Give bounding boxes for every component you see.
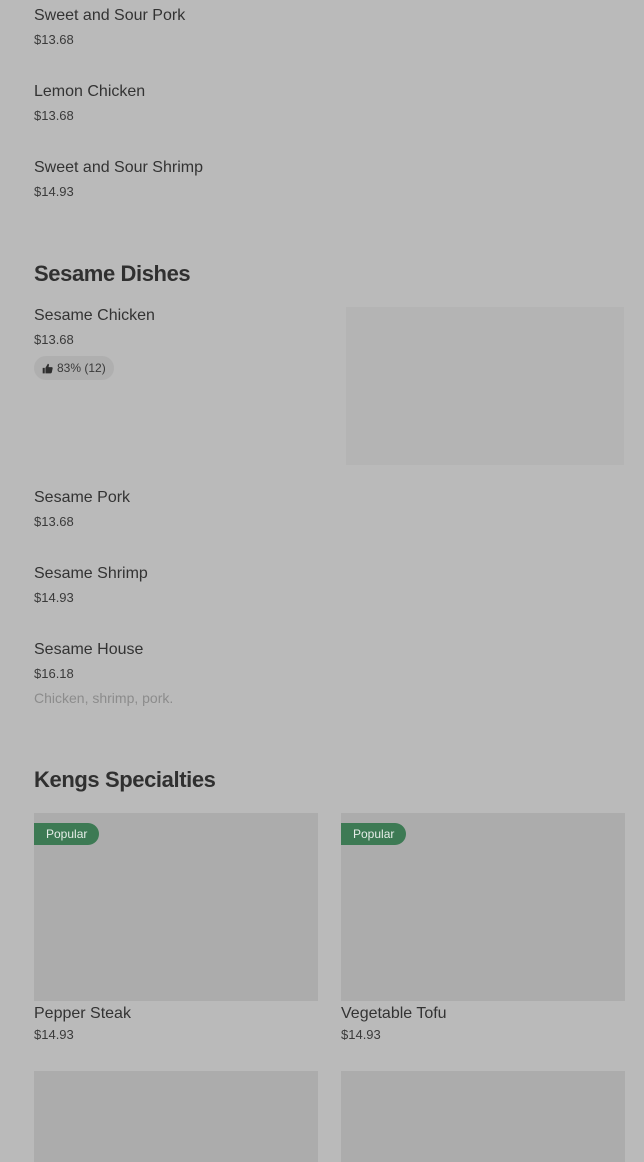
menu-item-sweet-and-sour-pork[interactable]: Sweet and Sour Pork $13.68 — [34, 6, 185, 49]
menu-item-sesame-house[interactable]: Sesame House $16.18 Chicken, shrimp, por… — [34, 640, 173, 707]
menu-item-sesame-shrimp[interactable]: Sesame Shrimp $14.93 — [34, 564, 148, 607]
menu-item-name: Sweet and Sour Pork — [34, 7, 186, 24]
card-image — [34, 1071, 318, 1162]
rating-text: 83% (12) — [57, 361, 106, 375]
popular-badge: Popular — [341, 823, 407, 845]
menu-card-partial-right[interactable] — [341, 1071, 625, 1162]
menu-item-sesame-chicken[interactable]: Sesame Chicken $13.68 83% (12) — [34, 306, 155, 380]
menu-item-name: Sesame Shrimp — [34, 565, 148, 582]
card-name: Vegetable Tofu — [341, 1005, 447, 1022]
section-title-kengs-specialties: Kengs Specialties — [34, 767, 216, 792]
menu-item-name: Sesame Pork — [34, 489, 131, 506]
menu-item-lemon-chicken[interactable]: Lemon Chicken $13.68 — [34, 82, 145, 125]
menu-item-name: Sesame House — [34, 641, 144, 658]
card-image: Popular — [34, 813, 318, 1001]
menu-item-name: Sweet and Sour Shrimp — [34, 159, 203, 176]
menu-card-vegetable-tofu[interactable]: Popular Vegetable Tofu $14.93 — [341, 813, 625, 1044]
menu-card-pepper-steak[interactable]: Popular Pepper Steak $14.93 — [34, 813, 318, 1044]
menu-item-price: $13.68 — [34, 108, 74, 123]
card-name: Pepper Steak — [34, 1005, 131, 1022]
card-image — [341, 1071, 625, 1162]
card-price: $14.93 — [34, 1027, 74, 1042]
rating-badge: 83% (12) — [34, 356, 114, 380]
menu-item-name: Sesame Chicken — [34, 307, 155, 324]
menu-item-price: $13.68 — [34, 32, 74, 47]
menu-item-sesame-pork[interactable]: Sesame Pork $13.68 — [34, 488, 130, 531]
menu-page: Sweet and Sour Pork $13.68 Lemon Chicken… — [0, 0, 644, 1162]
menu-item-price: $16.18 — [34, 666, 74, 681]
menu-item-description: Chicken, shrimp, pork. — [34, 690, 174, 706]
menu-item-price: $14.93 — [34, 184, 74, 199]
sesame-chicken-image[interactable] — [346, 307, 624, 465]
card-price: $14.93 — [341, 1027, 381, 1042]
menu-card-partial-left[interactable] — [34, 1071, 318, 1162]
menu-item-price: $13.68 — [34, 332, 74, 347]
card-image: Popular — [341, 813, 625, 1001]
menu-item-name: Lemon Chicken — [34, 83, 146, 100]
menu-item-price: $13.68 — [34, 514, 74, 529]
menu-item-sweet-and-sour-shrimp[interactable]: Sweet and Sour Shrimp $14.93 — [34, 158, 203, 201]
menu-item-price: $14.93 — [34, 590, 74, 605]
popular-badge: Popular — [34, 823, 100, 845]
section-title-sesame-dishes: Sesame Dishes — [34, 261, 191, 286]
thumbs-up-icon — [42, 363, 53, 373]
